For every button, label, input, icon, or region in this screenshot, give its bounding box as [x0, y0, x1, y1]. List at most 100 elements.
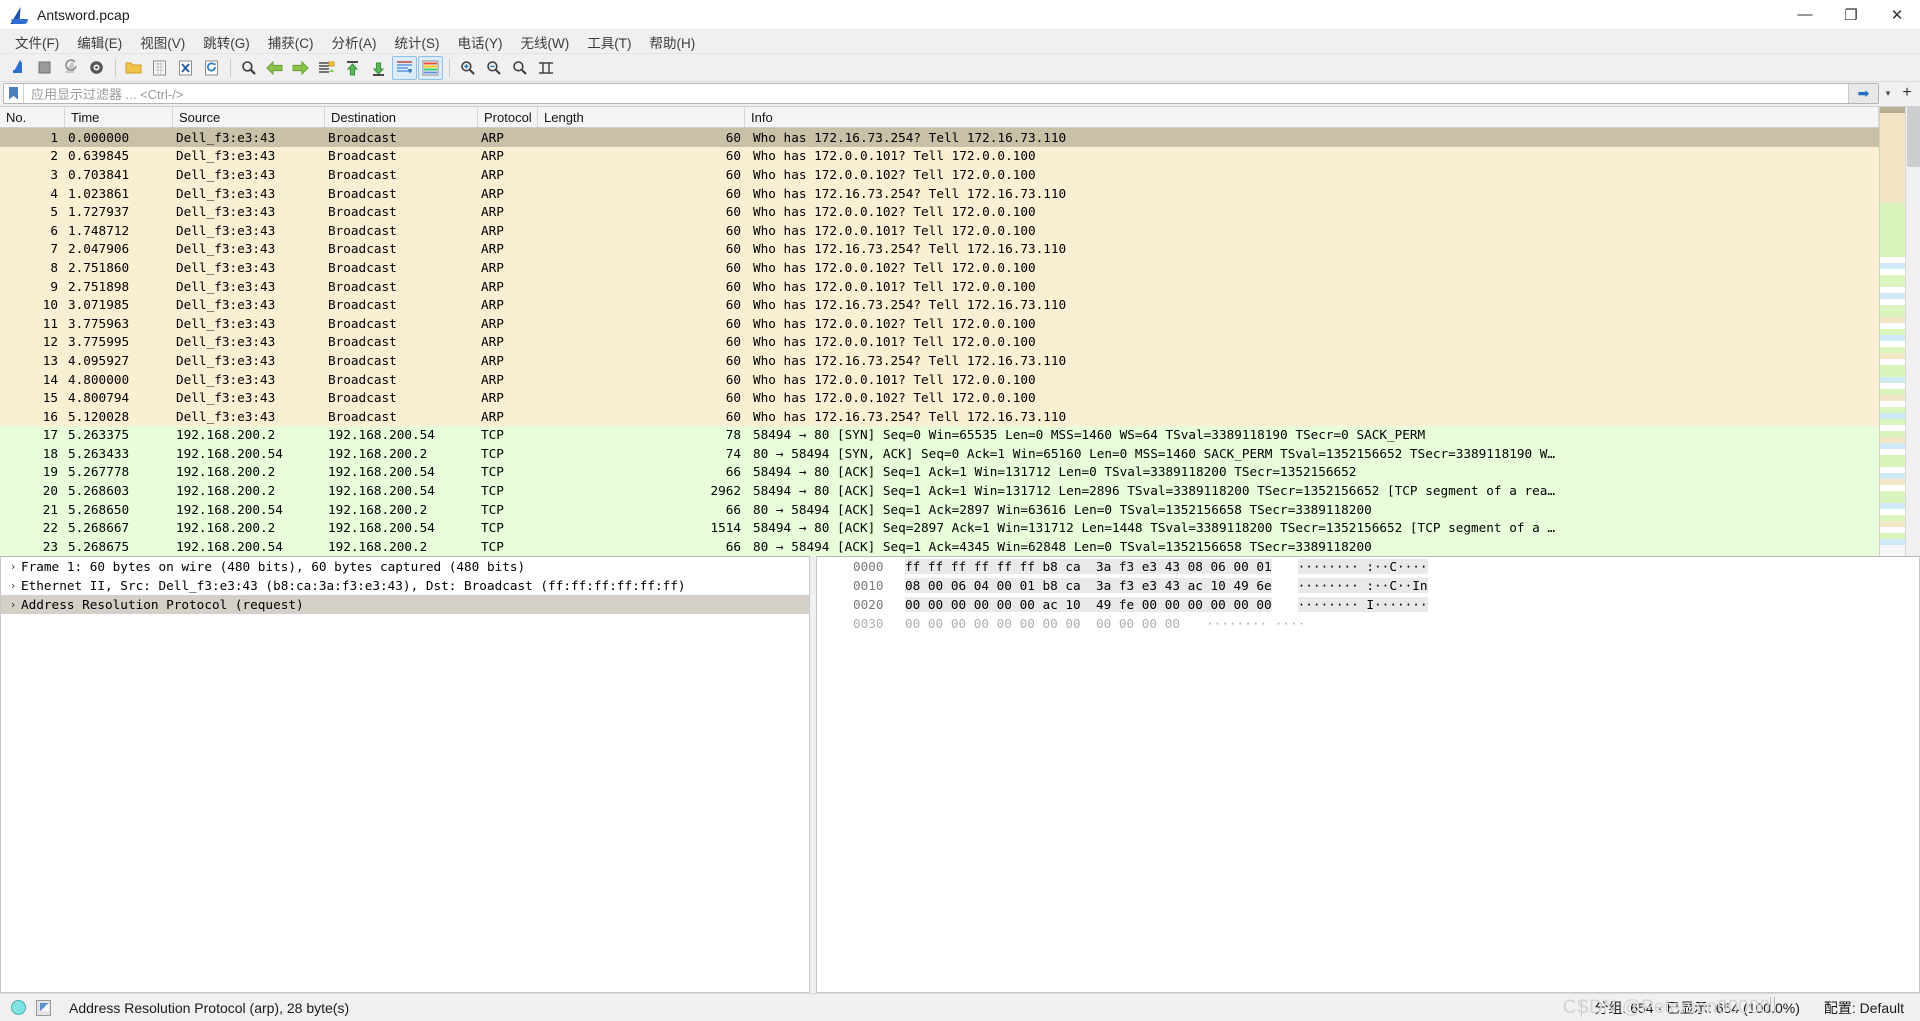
save-file-icon[interactable]: [147, 56, 172, 80]
colorize-icon[interactable]: [418, 55, 443, 80]
capture-options-icon[interactable]: [84, 56, 109, 80]
table-row[interactable]: 10 3.071985 Dell_f3:e3:43 Broadcast ARP 60 Who…: [0, 295, 1879, 314]
stop-capture-icon[interactable]: [32, 56, 57, 80]
hex-dump-row[interactable]: 0000 ff ff ff ff ff ff b8 ca 3a f3 e3 43 …: [817, 557, 1919, 576]
table-row[interactable]: 15 4.800794 Dell_f3:e3:43 Broadcast ARP 60 Who…: [0, 388, 1879, 407]
start-capture-icon[interactable]: [6, 56, 31, 80]
auto-scroll-icon[interactable]: [392, 55, 417, 80]
cell-info: Who has 172.16.73.254? Tell 172.16.73.11…: [753, 352, 1067, 368]
column-destination[interactable]: Destination: [325, 107, 478, 127]
open-file-icon[interactable]: [121, 56, 146, 80]
go-last-packet-icon[interactable]: [366, 56, 391, 80]
cell-time: 5.268650: [68, 501, 130, 517]
table-row[interactable]: 2 0.639845 Dell_f3:e3:43 Broadcast ARP 60 Who …: [0, 146, 1879, 166]
menu-edit[interactable]: 编辑(E): [68, 29, 131, 55]
cell-dst: 192.168.200.2: [328, 445, 428, 461]
close-button[interactable]: ✕: [1874, 0, 1920, 30]
apply-filter-button[interactable]: ➡: [1848, 83, 1878, 103]
column-info[interactable]: Info: [745, 107, 1879, 127]
table-row[interactable]: 22 5.268667 192.168.200.2 192.168.200.54 TCP…: [0, 518, 1879, 538]
close-file-icon[interactable]: [173, 56, 198, 80]
go-first-packet-icon[interactable]: [340, 56, 365, 80]
packet-bytes-pane[interactable]: 0000 ff ff ff ff ff ff b8 ca 3a f3 e3 43 …: [816, 555, 1920, 993]
packet-list-scrollbar[interactable]: [1905, 107, 1920, 556]
table-row[interactable]: 20 5.268603 192.168.200.2 192.168.200.54 TCP…: [0, 481, 1879, 500]
table-row[interactable]: 3 0.703841 Dell_f3:e3:43 Broadcast ARP 60 Who …: [0, 165, 1879, 184]
reload-file-icon[interactable]: [199, 56, 224, 80]
detail-row-frame[interactable]: › Frame 1: 60 bytes on wire (480 bits), 6…: [1, 557, 809, 576]
chevron-right-icon[interactable]: ›: [5, 560, 21, 573]
resize-columns-icon[interactable]: [533, 56, 558, 80]
table-row[interactable]: 5 1.727937 Dell_f3:e3:43 Broadcast ARP 60 Who …: [0, 202, 1879, 221]
table-row[interactable]: 18 5.263433 192.168.200.54 192.168.200.2 TCP…: [0, 444, 1879, 463]
detail-row-ethernet[interactable]: › Ethernet II, Src: Dell_f3:e3:43 (b8:ca:…: [1, 576, 809, 595]
capture-comment-icon[interactable]: [36, 999, 51, 1016]
menu-wireless[interactable]: 无线(W): [512, 29, 579, 55]
menu-go[interactable]: 跳转(G): [194, 29, 259, 55]
menu-file[interactable]: 文件(F): [6, 29, 68, 55]
table-row[interactable]: 9 2.751898 Dell_f3:e3:43 Broadcast ARP 60 Who …: [0, 276, 1879, 296]
table-row[interactable]: 11 3.775963 Dell_f3:e3:43 Broadcast ARP 60 Who…: [0, 313, 1879, 333]
filter-history-dropdown[interactable]: ▾: [1879, 88, 1897, 99]
zoom-in-icon[interactable]: [455, 56, 480, 80]
cell-time: 0.703841: [68, 166, 130, 182]
menu-help[interactable]: 帮助(H): [640, 29, 704, 55]
hex-dump-row[interactable]: 0010 08 00 06 04 00 01 b8 ca 3a f3 e3 43 …: [817, 576, 1919, 595]
column-length[interactable]: Length: [538, 107, 745, 127]
chevron-right-icon[interactable]: ›: [5, 579, 21, 592]
minimize-button[interactable]: —: [1782, 0, 1828, 30]
hex-offset: 0000: [853, 558, 884, 574]
resize-grip-icon[interactable]: [1770, 997, 1780, 1017]
column-protocol[interactable]: Protocol: [478, 107, 538, 127]
go-to-packet-icon[interactable]: [314, 56, 339, 80]
profile-text[interactable]: 配置: Default: [1824, 998, 1904, 1018]
go-forward-icon[interactable]: [288, 56, 313, 80]
column-no[interactable]: No.: [0, 107, 65, 127]
zoom-reset-icon[interactable]: [507, 56, 532, 80]
column-source[interactable]: Source: [173, 107, 325, 127]
column-time[interactable]: Time: [65, 107, 173, 127]
find-packet-icon[interactable]: [236, 56, 261, 80]
table-row[interactable]: 4 1.023861 Dell_f3:e3:43 Broadcast ARP 60 Who …: [0, 183, 1879, 203]
menu-view[interactable]: 视图(V): [131, 29, 194, 55]
chevron-right-icon[interactable]: ›: [5, 598, 21, 611]
table-row[interactable]: 17 5.263375 192.168.200.2 192.168.200.54 TCP…: [0, 425, 1879, 445]
packet-list-rows[interactable]: 1 0.000000 Dell_f3:e3:43 Broadcast ARP 60 Who …: [0, 128, 1879, 556]
zoom-out-icon[interactable]: [481, 56, 506, 80]
hex-dump-row[interactable]: 0030 00 00 00 00 00 00 00 00 00 00 00 00 ·…: [817, 614, 1919, 633]
table-row[interactable]: 1 0.000000 Dell_f3:e3:43 Broadcast ARP 60 Who …: [0, 128, 1879, 147]
table-row[interactable]: 23 5.268675 192.168.200.54 192.168.200.2 TCP…: [0, 537, 1879, 556]
table-row[interactable]: 8 2.751860 Dell_f3:e3:43 Broadcast ARP 60 Who …: [0, 258, 1879, 277]
hex-dump-row[interactable]: 0020 00 00 00 00 00 00 ac 10 49 fe 00 00 …: [817, 595, 1919, 614]
packet-detail-pane[interactable]: › Frame 1: 60 bytes on wire (480 bits), 6…: [0, 555, 810, 993]
menu-statistics[interactable]: 统计(S): [386, 29, 449, 55]
table-row[interactable]: 14 4.800000 Dell_f3:e3:43 Broadcast ARP 60 Who…: [0, 369, 1879, 389]
expert-info-icon[interactable]: [11, 1000, 26, 1015]
menu-capture[interactable]: 捕获(C): [259, 29, 323, 55]
scrollbar-thumb[interactable]: [1907, 107, 1920, 167]
table-row[interactable]: 6 1.748712 Dell_f3:e3:43 Broadcast ARP 60 Who …: [0, 220, 1879, 240]
menu-tools[interactable]: 工具(T): [578, 29, 640, 55]
table-row[interactable]: 19 5.267778 192.168.200.2 192.168.200.54 TCP…: [0, 462, 1879, 482]
table-row[interactable]: 21 5.268650 192.168.200.54 192.168.200.2 TCP…: [0, 499, 1879, 519]
menu-analyze[interactable]: 分析(A): [323, 29, 386, 55]
table-row[interactable]: 7 2.047906 Dell_f3:e3:43 Broadcast ARP 60 Who …: [0, 239, 1879, 259]
filter-add-button[interactable]: +: [1897, 84, 1917, 102]
filter-bookmark-icon[interactable]: [4, 83, 24, 103]
menu-telephony[interactable]: 电话(Y): [449, 29, 512, 55]
display-filter-input[interactable]: 应用显示过滤器 ... <Ctrl-/> ➡: [3, 82, 1879, 104]
maximize-button[interactable]: ❐: [1828, 0, 1874, 30]
cell-no: 16: [42, 408, 58, 424]
cell-info: 58494 → 80 [SYN] Seq=0 Win=65535 Len=0 M…: [753, 427, 1426, 443]
go-back-icon[interactable]: [262, 56, 287, 80]
restart-capture-icon[interactable]: [58, 56, 83, 80]
table-row[interactable]: 13 4.095927 Dell_f3:e3:43 Broadcast ARP 60 Who…: [0, 351, 1879, 370]
table-row[interactable]: 12 3.775995 Dell_f3:e3:43 Broadcast ARP 60 Who…: [0, 332, 1879, 352]
hex-offset: 0030: [853, 615, 884, 631]
table-row[interactable]: 16 5.120028 Dell_f3:e3:43 Broadcast ARP 60 Who…: [0, 406, 1879, 426]
status-separator: [1581, 998, 1583, 1017]
cell-dst: Broadcast: [328, 352, 397, 368]
cell-info: Who has 172.0.0.102? Tell 172.0.0.100: [753, 166, 1036, 182]
detail-row-arp[interactable]: › Address Resolution Protocol (request): [1, 594, 809, 614]
cell-time: 5.267778: [68, 464, 130, 480]
